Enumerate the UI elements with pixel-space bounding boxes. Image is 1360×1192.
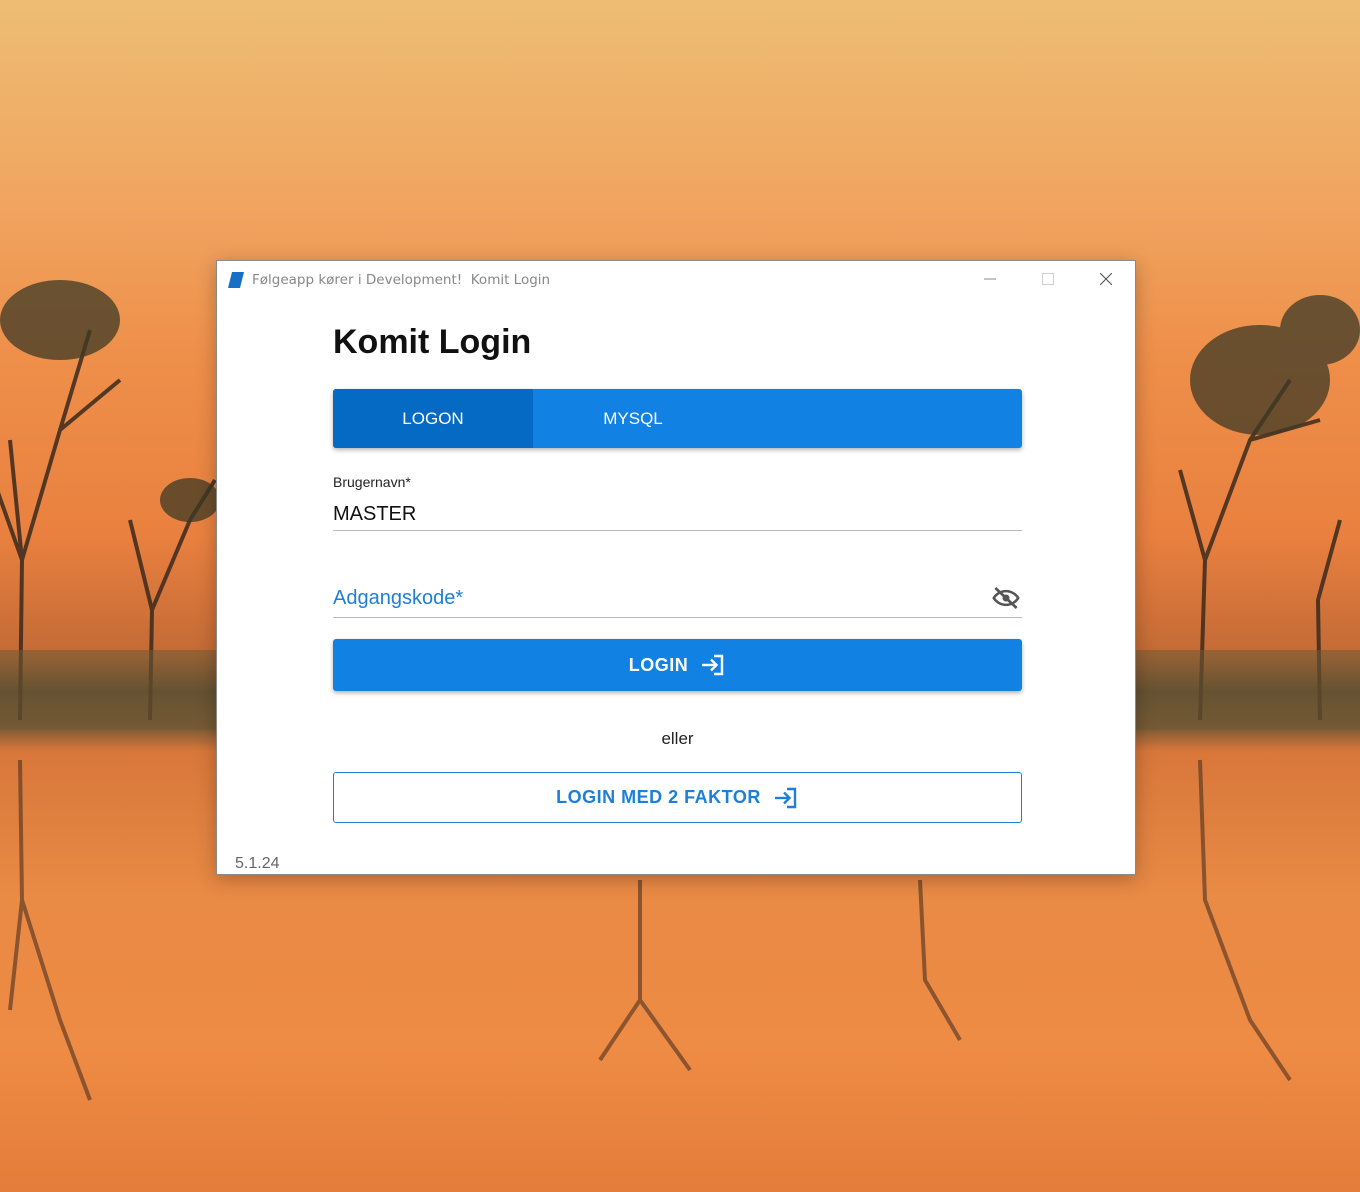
- password-field[interactable]: Adgangskode*: [333, 587, 463, 610]
- eye-off-icon[interactable]: [991, 583, 1021, 613]
- maximize-button[interactable]: [1019, 261, 1077, 297]
- login-icon: [700, 654, 726, 676]
- maximize-icon: [1042, 273, 1054, 285]
- close-button[interactable]: [1077, 261, 1135, 297]
- page-title: Komit Login: [333, 323, 532, 361]
- desktop-background: Følgeapp kører i Development! Komit Logi…: [0, 0, 1360, 1192]
- minimize-icon: [984, 278, 996, 280]
- tab-mysql[interactable]: MYSQL: [533, 389, 733, 448]
- version-label: 5.1.24: [235, 855, 280, 872]
- window-title: Følgeapp kører i Development! Komit Logi…: [252, 272, 551, 288]
- app-logo-icon: [228, 272, 244, 288]
- login-icon: [773, 787, 799, 809]
- login-2fa-button[interactable]: LOGIN MED 2 FAKTOR: [333, 772, 1022, 823]
- login-tabs: LOGON MYSQL: [333, 389, 1022, 448]
- title-bar[interactable]: Følgeapp kører i Development! Komit Logi…: [217, 261, 1135, 299]
- close-icon: [1100, 273, 1112, 285]
- or-separator: eller: [661, 729, 694, 748]
- minimize-button[interactable]: [961, 261, 1019, 297]
- login-window: Følgeapp kører i Development! Komit Logi…: [216, 260, 1136, 875]
- password-underline: [333, 617, 1022, 618]
- username-label: Brugernavn*: [333, 474, 411, 490]
- login-button[interactable]: LOGIN: [333, 639, 1022, 691]
- login-2fa-button-label: LOGIN MED 2 FAKTOR: [556, 787, 761, 807]
- tab-logon[interactable]: LOGON: [333, 389, 533, 448]
- login-button-label: LOGIN: [628, 654, 689, 675]
- username-input[interactable]: [333, 498, 1022, 531]
